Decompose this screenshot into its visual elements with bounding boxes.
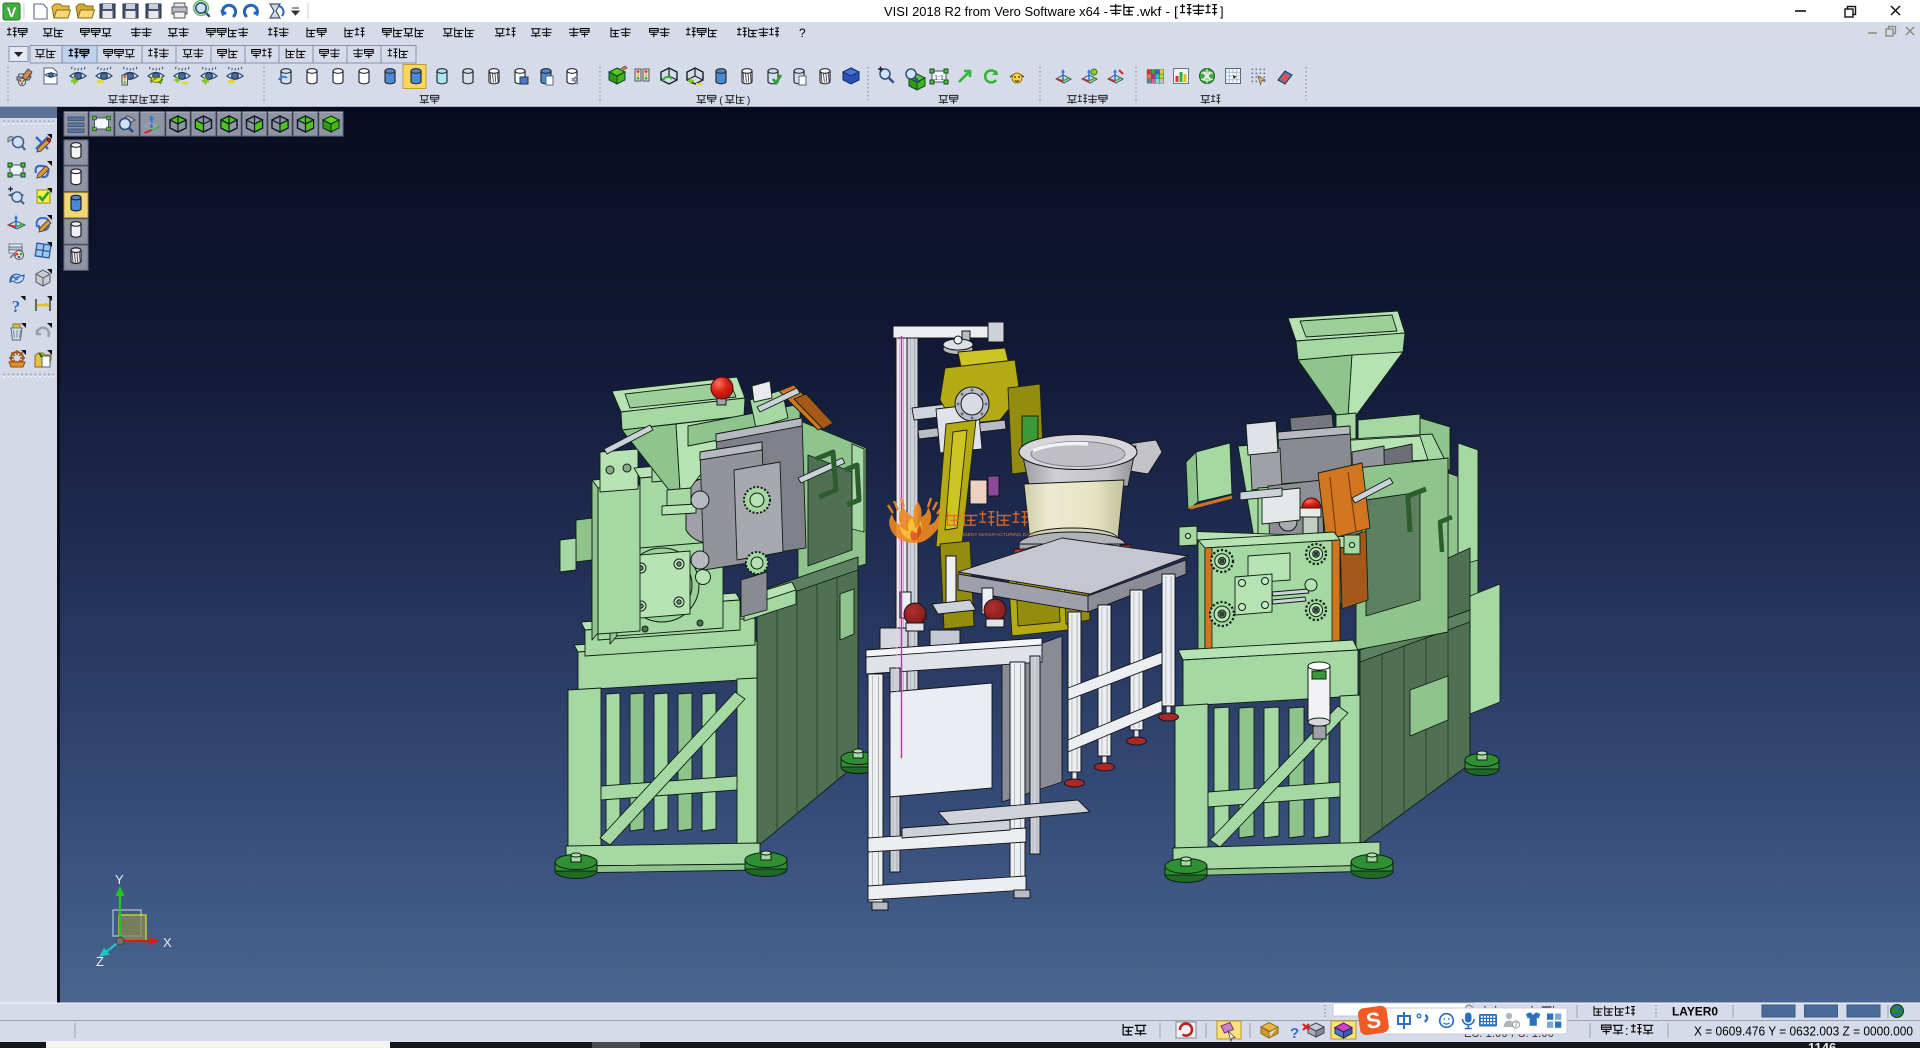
svg-text:X = 0609.476 Y = 0632.003 Z =: X = 0609.476 Y = 0632.003 Z = 0000.000 (1694, 1024, 1913, 1039)
svg-text:.wkf - [: .wkf - [ (1136, 4, 1178, 19)
svg-text:?: ? (12, 297, 21, 316)
svg-text:LAYER0: LAYER0 (1672, 1005, 1718, 1019)
svg-text:X: X (163, 935, 172, 950)
svg-text:7: 7 (1514, 1022, 1518, 1029)
svg-text:INTELLIGENT MANUFACTURING DATA: INTELLIGENT MANUFACTURING DATA (946, 532, 1036, 538)
svg-text:(: ( (719, 95, 723, 107)
svg-text::: : (1625, 1024, 1628, 1038)
svg-text:]: ] (1220, 4, 1224, 19)
svg-text:V: V (7, 4, 17, 20)
svg-text:Z: Z (96, 954, 104, 969)
svg-text:VISI 2018 R2 from Vero Softwar: VISI 2018 R2 from Vero Software x64 - (884, 4, 1108, 19)
svg-text:): ) (747, 95, 751, 107)
svg-text:1146: 1146 (1808, 1040, 1836, 1048)
svg-text:?: ? (1290, 1025, 1299, 1042)
svg-text:Y: Y (115, 872, 124, 887)
svg-text:1:1: 1:1 (934, 75, 944, 82)
svg-text:?: ? (799, 26, 806, 40)
